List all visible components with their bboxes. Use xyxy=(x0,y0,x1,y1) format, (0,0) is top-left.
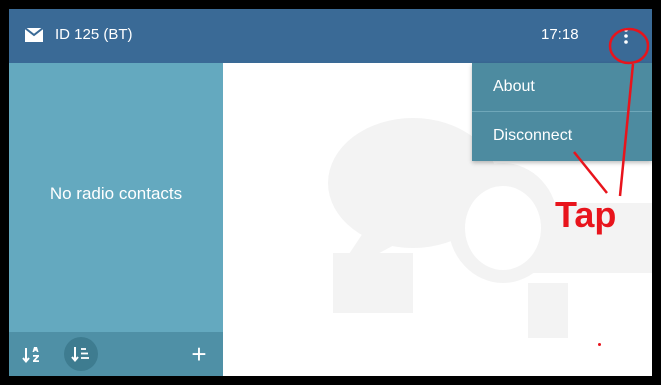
mail-icon xyxy=(25,28,43,42)
overflow-menu-button[interactable] xyxy=(612,21,640,51)
app-title: ID 125 (BT) xyxy=(55,26,133,43)
contacts-sidebar: No radio contacts + xyxy=(9,63,223,376)
screenshot-frame: ID 125 (BT) 17:18 No radio contacts + Ab… xyxy=(0,0,661,385)
more-vert-icon xyxy=(624,28,628,44)
menu-item-disconnect[interactable]: Disconnect xyxy=(472,112,652,160)
overflow-menu: About Disconnect xyxy=(472,63,652,161)
annotation-dot xyxy=(598,343,601,346)
sort-list-button[interactable] xyxy=(64,337,98,371)
sort-list-icon xyxy=(71,347,89,363)
clock: 17:18 xyxy=(541,26,579,43)
sidebar-toolbar: + xyxy=(9,332,223,376)
sort-alphabetical-button[interactable] xyxy=(19,342,45,368)
app-bar: ID 125 (BT) 17:18 xyxy=(9,9,652,63)
sort-alphabetical-icon xyxy=(22,347,39,364)
tap-callout-text: Tap xyxy=(555,194,617,235)
menu-item-about[interactable]: About xyxy=(472,63,652,111)
add-contact-button[interactable]: + xyxy=(185,340,213,368)
empty-contacts-text: No radio contacts xyxy=(49,184,183,203)
